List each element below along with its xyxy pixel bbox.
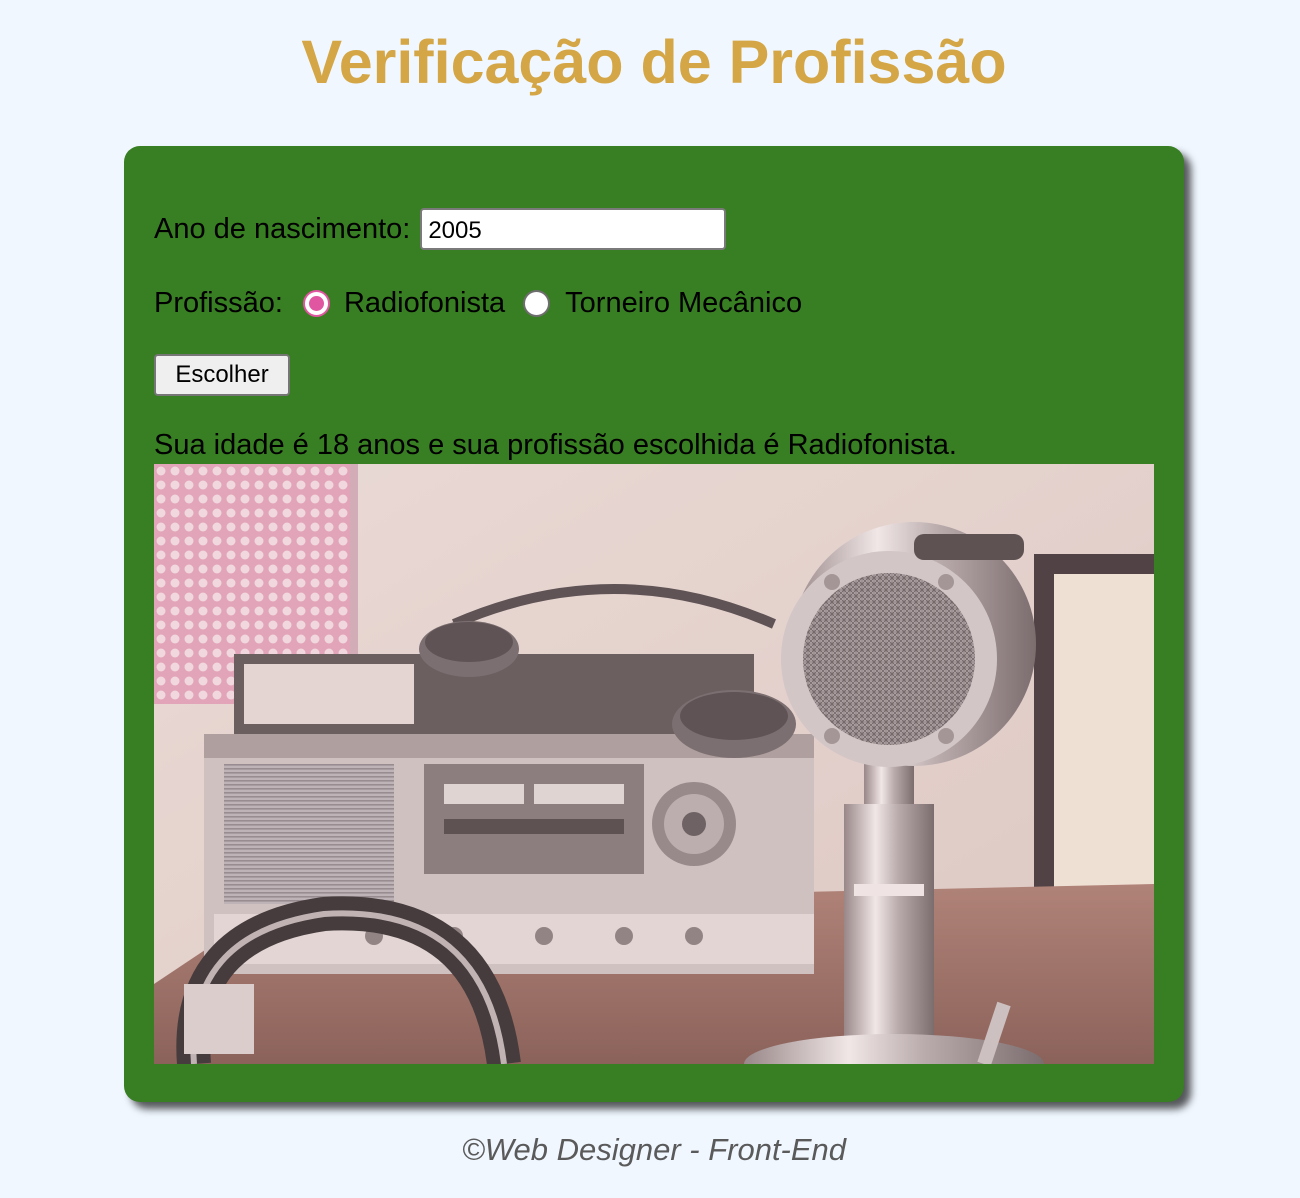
birth-year-row: Ano de nascimento: bbox=[154, 208, 727, 250]
radio-radiofonista-label[interactable]: Radiofonista bbox=[344, 287, 505, 320]
radio-torneiro-mecanico-label[interactable]: Torneiro Mecânico bbox=[565, 287, 802, 320]
form-card: Ano de nascimento: Profissão: Radiofonis… bbox=[124, 146, 1184, 1102]
birth-year-label: Ano de nascimento: bbox=[154, 212, 411, 245]
profession-row: Profissão: Radiofonista Torneiro Mecânic… bbox=[154, 282, 802, 324]
radio-operator-photo bbox=[154, 464, 1154, 1064]
birth-year-input[interactable] bbox=[420, 208, 727, 250]
radio-torneiro-mecanico[interactable] bbox=[523, 289, 551, 317]
result-message: Sua idade é 18 anos e sua profissão esco… bbox=[154, 429, 957, 461]
page-title: Verificação de Profissão bbox=[301, 28, 1007, 96]
choose-button[interactable]: Escolher bbox=[154, 354, 290, 396]
radio-radiofonista[interactable] bbox=[302, 289, 330, 317]
profession-label: Profissão: bbox=[154, 286, 283, 319]
footer-credit: ©Web Designer - Front-End bbox=[461, 1132, 847, 1167]
